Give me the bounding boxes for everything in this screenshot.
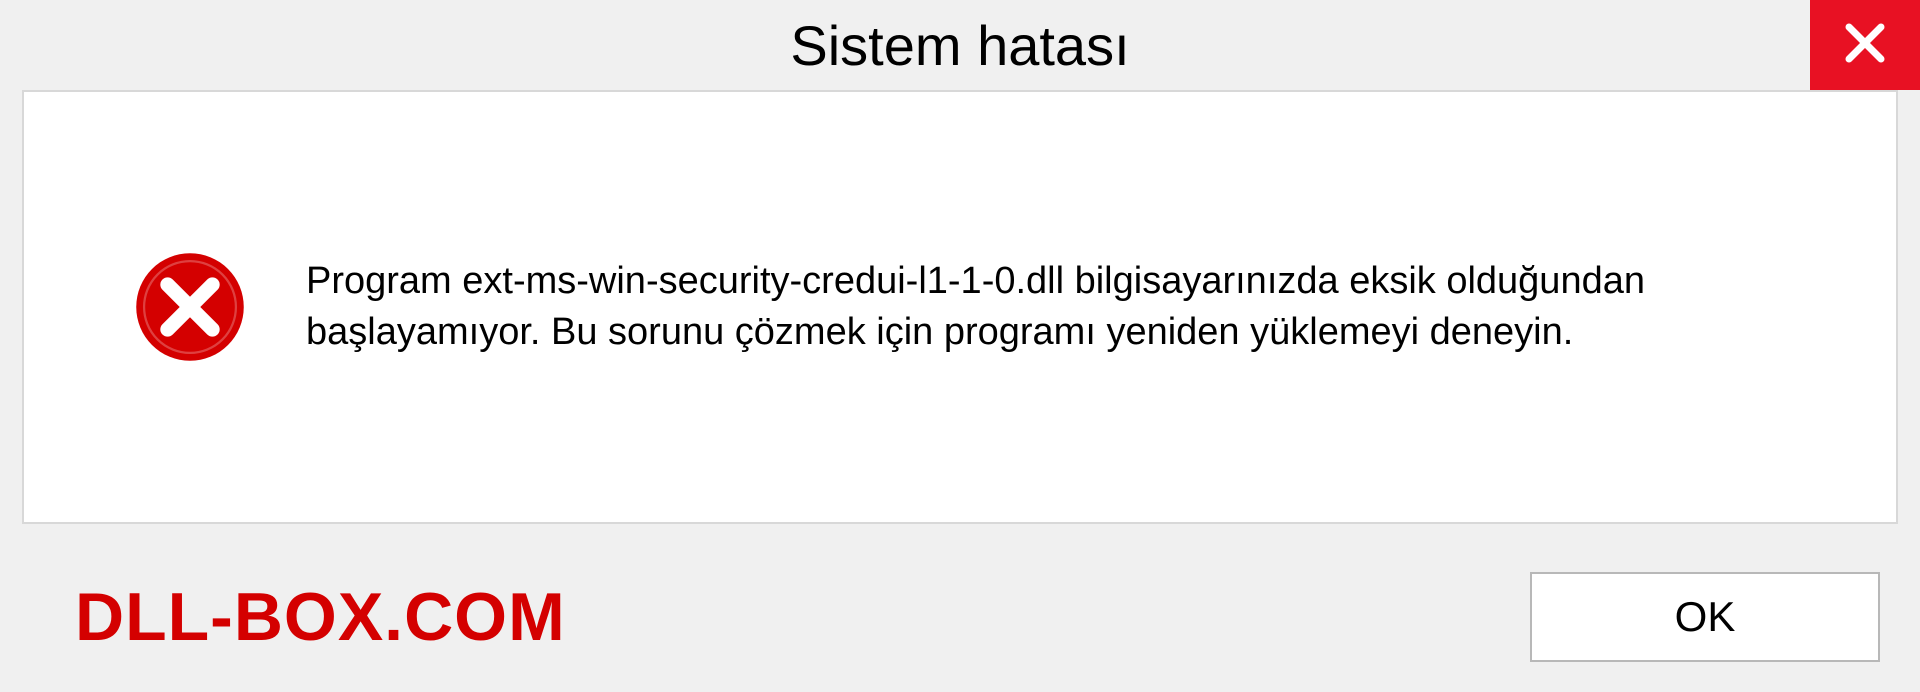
close-button[interactable] bbox=[1810, 0, 1920, 90]
dialog-footer: DLL-BOX.COM OK bbox=[0, 542, 1920, 692]
ok-button[interactable]: OK bbox=[1530, 572, 1880, 662]
dialog-title: Sistem hatası bbox=[790, 13, 1129, 78]
close-icon bbox=[1841, 19, 1889, 72]
watermark-text: DLL-BOX.COM bbox=[75, 578, 566, 656]
dialog-content: Program ext-ms-win-security-credui-l1-1-… bbox=[22, 90, 1898, 524]
error-icon bbox=[134, 251, 246, 363]
dialog-message: Program ext-ms-win-security-credui-l1-1-… bbox=[306, 256, 1856, 359]
dialog-titlebar: Sistem hatası bbox=[0, 0, 1920, 90]
